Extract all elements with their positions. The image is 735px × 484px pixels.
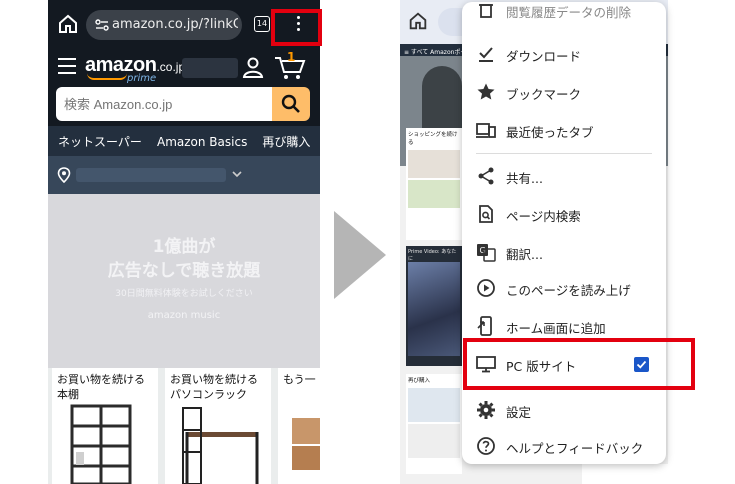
left-phone-screen: amazon.co.jp/?linkCoc 14 amazon.co.jp pr… <box>48 0 320 484</box>
menu-item-bookmarks[interactable]: ブックマーク <box>462 74 666 110</box>
redacted-account-name <box>182 58 238 78</box>
search-icon <box>281 94 300 113</box>
translate-icon: G <box>477 244 496 262</box>
nav-item[interactable]: ネットスーパー <box>48 126 142 150</box>
product-card[interactable]: もう一 <box>278 368 320 484</box>
logo-tld: .co.jp <box>156 60 186 74</box>
redacted-address <box>76 168 226 182</box>
promo-line-2: 広告なしで聴き放題 <box>107 261 261 281</box>
menu-item-label: 最近使ったタブ <box>506 125 594 140</box>
chevron-down-icon <box>232 171 242 178</box>
bookshelf-image <box>70 404 132 484</box>
logo-prime: prime <box>127 73 157 84</box>
play-circle-icon <box>477 279 495 297</box>
home-icon[interactable] <box>56 12 80 36</box>
card-title: お買い物を続ける 本棚 <box>57 373 145 401</box>
account-icon[interactable] <box>242 56 264 78</box>
highlight-menu-button <box>271 9 322 46</box>
section-title: 再び購入 <box>408 378 431 384</box>
hamburger-menu-icon[interactable] <box>58 58 76 74</box>
promo-brand: amazon music <box>147 310 221 321</box>
home-icon[interactable] <box>407 10 429 32</box>
menu-item-label: ブックマーク <box>506 87 582 102</box>
nav-item[interactable]: 再び購入 <box>252 126 310 150</box>
share-icon <box>478 167 494 185</box>
add-to-home-icon <box>477 316 492 336</box>
category-nav: ネットスーパー Amazon Basics 再び購入 P <box>48 126 320 156</box>
help-icon <box>477 437 495 455</box>
menu-item-settings[interactable]: 設定 <box>462 392 666 428</box>
menu-item-recent-tabs[interactable]: 最近使ったタブ <box>462 112 666 148</box>
menu-item-label: 翻訳... <box>506 247 543 262</box>
delivery-location-bar[interactable] <box>48 156 320 194</box>
menu-divider <box>476 153 652 154</box>
svg-text:G: G <box>480 246 486 255</box>
menu-item-share[interactable]: 共有... <box>462 158 666 194</box>
star-icon <box>477 83 495 100</box>
prime-video-section[interactable]: Prime Video: あなたに <box>406 246 462 366</box>
gear-icon <box>477 401 495 419</box>
search-bar <box>48 86 320 126</box>
trash-icon <box>479 4 493 18</box>
menu-item-label: 設定 <box>506 405 532 420</box>
cart-count: 1 <box>287 50 296 64</box>
nav-item[interactable]: Amazon Basics <box>147 128 247 149</box>
continue-shopping-cards: お買い物を続ける 本棚 お買い物を続ける パソコンラック もう一 <box>48 368 320 484</box>
shopping-section[interactable]: ショッピングを続ける <box>406 128 462 240</box>
menu-item-label: ページ内検索 <box>506 209 581 224</box>
nav-item[interactable]: P <box>316 128 320 149</box>
rebuy-section[interactable]: 再び購入 <box>406 374 462 474</box>
amazon-header: amazon.co.jp prime 1 <box>48 48 320 86</box>
location-pin-icon <box>57 167 71 183</box>
amazon-logo[interactable]: amazon.co.jp prime <box>85 54 185 84</box>
site-settings-icon[interactable] <box>94 17 110 33</box>
promo-line-3: 30日間無料体験をお試しください <box>115 289 253 299</box>
logo-smile <box>87 73 127 80</box>
product-strip <box>582 464 668 484</box>
section-title: ショッピングを続ける <box>408 132 458 146</box>
devices-icon <box>476 123 496 138</box>
menu-item-find-in-page[interactable]: ページ内検索 <box>462 196 666 232</box>
tab-switcher-button[interactable]: 14 <box>254 16 270 32</box>
search-input[interactable] <box>56 87 274 121</box>
browser-overflow-menu: 閲覧履歴データの削除 ダウンロード ブックマーク 最近使ったタブ 共有... ペ… <box>462 2 666 464</box>
menu-item-label: 共有... <box>506 171 543 186</box>
menu-item-clear-history[interactable]: 閲覧履歴データの削除 <box>462 2 666 28</box>
search-button[interactable] <box>272 87 310 121</box>
highlight-desktop-site <box>463 338 695 390</box>
food-product-image <box>292 418 320 470</box>
menu-item-help[interactable]: ヘルプとフィードバック <box>462 428 666 464</box>
menu-item-translate[interactable]: G 翻訳... <box>462 234 666 270</box>
menu-item-download[interactable]: ダウンロード <box>462 36 666 72</box>
menu-item-label: ホーム画面に追加 <box>506 321 606 336</box>
computer-rack-image <box>182 407 259 484</box>
address-bar[interactable]: amazon.co.jp/?linkCoc <box>86 10 242 40</box>
find-in-page-icon <box>479 205 493 223</box>
url-text: amazon.co.jp/?linkCoc <box>112 17 238 32</box>
product-card[interactable]: お買い物を続ける 本棚 <box>52 368 158 484</box>
menu-item-label: 閲覧履歴データの削除 <box>506 5 632 20</box>
promo-line-1: 1億曲が <box>152 237 216 257</box>
download-icon <box>479 47 493 62</box>
next-step-arrow-icon <box>334 211 386 299</box>
menu-item-label: ヘルプとフィードバック <box>506 441 644 456</box>
music-promo-banner[interactable]: 1億曲が 広告なしで聴き放題 30日間無料体験をお試しください amazon m… <box>48 194 320 368</box>
menu-item-label: このページを読み上げ <box>506 283 631 298</box>
product-card[interactable]: お買い物を続ける パソコンラック <box>165 368 271 484</box>
card-title: お買い物を続ける パソコンラック <box>170 373 258 401</box>
menu-item-read-aloud[interactable]: このページを読み上げ <box>462 270 666 306</box>
card-title: もう一 <box>283 373 316 386</box>
menu-item-label: ダウンロード <box>506 49 582 64</box>
